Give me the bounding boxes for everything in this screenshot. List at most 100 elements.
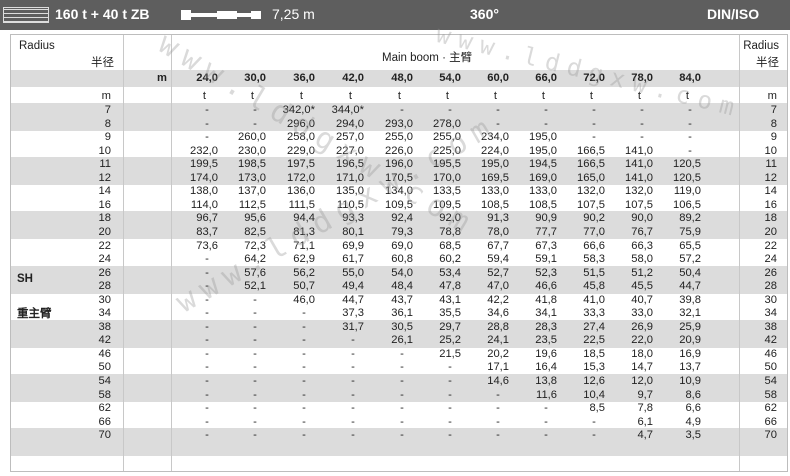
load-cell: 3,5 <box>685 429 701 441</box>
unit-row: m ttttttttttt m <box>11 90 787 103</box>
radius-cell: 50 <box>98 361 111 373</box>
load-cell: 71,1 <box>293 240 315 252</box>
load-cell: 60,2 <box>439 253 461 265</box>
load-cell: 28,3 <box>535 321 557 333</box>
table-row: 34 - - - 37,3 36,1 35,5 34,6 34,1 33,3 33,0 32,1 34 <box>11 307 787 320</box>
load-cell: 89,2 <box>679 212 701 224</box>
load-cell: 169,5 <box>481 172 509 184</box>
load-cell: 141,0 <box>625 145 653 157</box>
load-cell: - <box>688 118 692 130</box>
radius-cell: 66 <box>98 416 111 428</box>
radius-cell-right: 46 <box>764 348 777 360</box>
header-bar: 160 t + 40 t ZB 7,25 m 360° DIN/ISO <box>0 0 790 30</box>
load-cell: 106,5 <box>673 199 701 211</box>
load-cell: 55,0 <box>342 267 364 279</box>
load-cell: 23,5 <box>535 334 557 346</box>
load-cell: 59,1 <box>535 253 557 265</box>
radius-cell-right: 22 <box>764 240 777 252</box>
load-cell: - <box>205 389 209 401</box>
table-row: 54 - - - - - - 14,6 13,8 12,6 12,0 10,9 54 <box>11 375 787 388</box>
load-cell: - <box>400 104 404 116</box>
load-cell: 14,7 <box>631 361 653 373</box>
load-cell: - <box>496 118 500 130</box>
load-cell: - <box>400 429 404 441</box>
load-cell: 82,5 <box>244 226 266 238</box>
load-cell: 196,0 <box>385 158 413 170</box>
load-cell: - <box>253 118 257 130</box>
radius-cell: 22 <box>98 240 111 252</box>
load-cell: 10,9 <box>679 375 701 387</box>
load-cell: - <box>351 416 355 428</box>
radius-cell-right: 70 <box>764 429 777 441</box>
radius-cell-right: 8 <box>770 118 777 130</box>
load-cell: - <box>205 402 209 414</box>
load-cell: - <box>351 429 355 441</box>
load-cell: 137,0 <box>238 185 266 197</box>
load-cell: 45,8 <box>583 280 605 292</box>
load-cell: - <box>302 348 306 360</box>
load-cell: - <box>253 321 257 333</box>
load-cell: - <box>205 104 209 116</box>
load-cell: 234,0 <box>481 131 509 143</box>
load-cell: 229,0 <box>287 145 315 157</box>
load-cell: 133,0 <box>481 185 509 197</box>
radius-cell-right: 38 <box>764 321 777 333</box>
radius-cell-right: 54 <box>764 375 777 387</box>
load-cell: 28,8 <box>487 321 509 333</box>
load-cell: 95,6 <box>244 212 266 224</box>
load-cell: 344,0* <box>331 104 364 116</box>
boom-length-cell: 54,0 <box>439 72 461 84</box>
radius-cell: 24 <box>98 253 111 265</box>
boom-unit: m <box>157 72 167 84</box>
load-cell: 255,0 <box>385 131 413 143</box>
load-cell: - <box>205 361 209 373</box>
load-cell: 227,0 <box>336 145 364 157</box>
load-cell: 64,2 <box>244 253 266 265</box>
load-cell: 44,7 <box>679 280 701 292</box>
counterweight-icon <box>3 7 49 23</box>
load-unit-cell: t <box>202 90 206 102</box>
load-cell: 60,8 <box>391 253 413 265</box>
table-row: 7 - - 342,0* 344,0* - - - - - - - 7 <box>11 104 787 117</box>
load-cell: 173,0 <box>238 172 266 184</box>
load-cell: 56,2 <box>293 267 315 279</box>
load-cell: 8,6 <box>685 389 701 401</box>
load-cell: 42,2 <box>487 294 509 306</box>
load-cell: 18,5 <box>583 348 605 360</box>
load-cell: 26,1 <box>391 334 413 346</box>
boom-length-cell: 30,0 <box>244 72 266 84</box>
radius-cell: 14 <box>98 185 111 197</box>
load-cell: 133,5 <box>433 185 461 197</box>
load-cell: 141,0 <box>625 158 653 170</box>
load-cell: 16,9 <box>679 348 701 360</box>
radius-label-left-cn: 半径 <box>91 57 114 69</box>
load-cell: - <box>302 429 306 441</box>
load-unit-cell: t <box>541 90 545 102</box>
radius-cell-right: 30 <box>764 294 777 306</box>
radius-cell: 58 <box>98 389 111 401</box>
load-cell: 96,7 <box>196 212 218 224</box>
load-cell: - <box>253 104 257 116</box>
load-cell: - <box>205 253 209 265</box>
radius-cell: 34 <box>98 307 111 319</box>
load-cell: 195,0 <box>529 131 557 143</box>
load-cell: - <box>302 307 306 319</box>
load-cell: 132,0 <box>625 185 653 197</box>
load-cell: 51,5 <box>583 267 605 279</box>
load-cell: 90,2 <box>583 212 605 224</box>
load-cell: 43,1 <box>439 294 461 306</box>
load-cell: 62,9 <box>293 253 315 265</box>
radius-cell-right: 66 <box>764 416 777 428</box>
load-cell: 195,0 <box>529 145 557 157</box>
load-cell: 138,0 <box>190 185 218 197</box>
load-cell: 68,5 <box>439 240 461 252</box>
load-cell: - <box>351 375 355 387</box>
table-row: 26 - 57,6 56,2 55,0 54,0 53,4 52,7 52,3 51,5 51,2 5… <box>11 267 787 280</box>
load-cell: - <box>400 416 404 428</box>
radius-cell: 18 <box>98 212 111 224</box>
radius-cell-right: 20 <box>764 226 777 238</box>
load-cell: - <box>448 416 452 428</box>
load-cell: 107,5 <box>625 199 653 211</box>
load-cell: 29,7 <box>439 321 461 333</box>
load-cell: 27,4 <box>583 321 605 333</box>
